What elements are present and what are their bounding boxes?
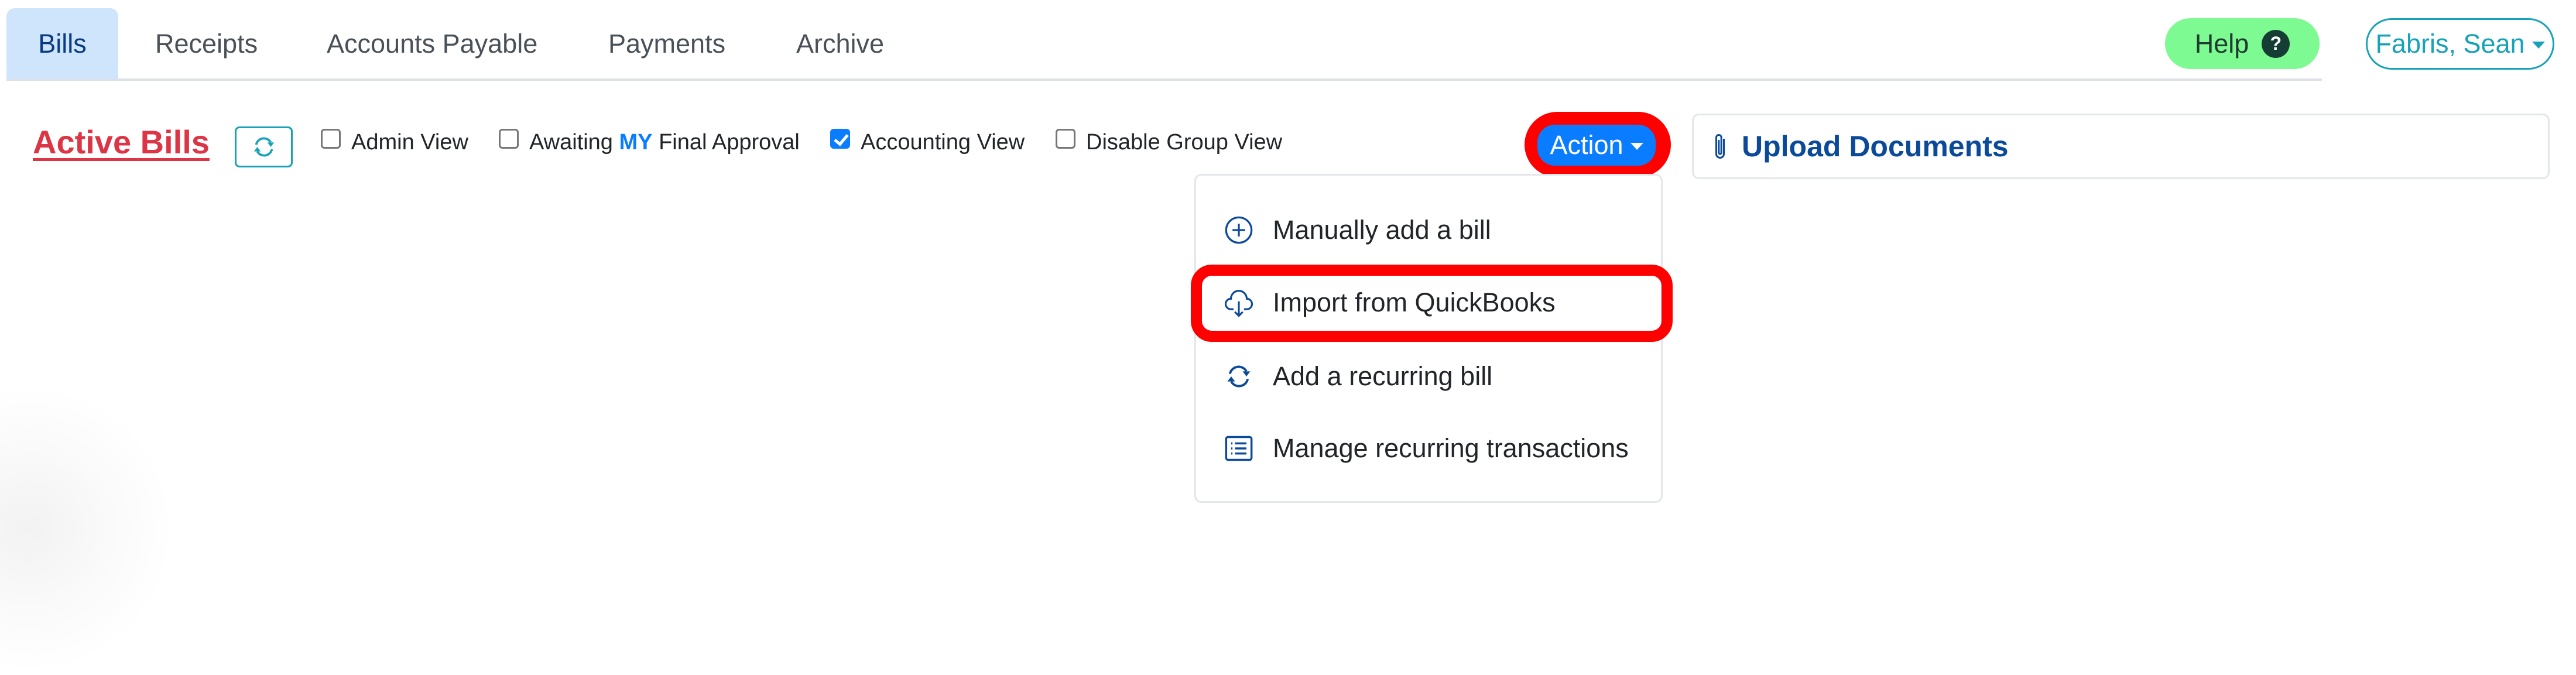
label-suffix: Final Approval bbox=[652, 130, 800, 155]
refresh-button[interactable] bbox=[235, 126, 293, 167]
accounting-view-checkbox[interactable]: Accounting View bbox=[830, 128, 1025, 155]
upload-label: Upload Documents bbox=[1742, 130, 2009, 163]
upload-documents-button[interactable]: Upload Documents bbox=[1692, 114, 2550, 179]
help-button[interactable]: Help ? bbox=[2165, 18, 2320, 69]
tab-payments[interactable]: Payments bbox=[608, 8, 725, 79]
question-circle-icon: ? bbox=[2262, 29, 2290, 58]
caret-down-icon bbox=[1630, 143, 1643, 150]
checkbox-box[interactable] bbox=[321, 128, 341, 149]
menu-item-label: Import from QuickBooks bbox=[1273, 287, 1556, 317]
refresh-icon bbox=[254, 137, 274, 157]
checkbox-label: Awaiting MY Final Approval bbox=[529, 130, 800, 155]
checkbox-label: Admin View bbox=[351, 130, 468, 155]
checkbox-label: Disable Group View bbox=[1086, 130, 1283, 155]
plus-circle-icon bbox=[1222, 214, 1255, 246]
checkbox-box[interactable] bbox=[499, 128, 519, 149]
awaiting-my-final-approval-checkbox[interactable]: Awaiting MY Final Approval bbox=[499, 128, 800, 155]
menu-item-import-from-quickbooks[interactable]: Import from QuickBooks bbox=[1222, 282, 1556, 323]
user-name: Fabris, Sean bbox=[2375, 29, 2525, 59]
label-prefix: Awaiting bbox=[529, 130, 619, 155]
action-label: Action bbox=[1550, 130, 1623, 160]
page-title[interactable]: Active Bills bbox=[33, 123, 210, 161]
list-icon bbox=[1222, 432, 1255, 465]
tab-archive[interactable]: Archive bbox=[796, 8, 884, 79]
menu-item-label: Add a recurring bill bbox=[1273, 361, 1493, 391]
checkbox-box[interactable] bbox=[1056, 128, 1075, 149]
label-emphasis: MY bbox=[619, 130, 653, 155]
cloud-download-icon bbox=[1222, 286, 1255, 319]
menu-item-label: Manually add a bill bbox=[1273, 215, 1491, 245]
checkbox-box[interactable] bbox=[830, 128, 850, 149]
menu-item-add-recurring-bill[interactable]: Add a recurring bill bbox=[1222, 356, 1492, 397]
tab-accounts-payable[interactable]: Accounts Payable bbox=[327, 8, 537, 79]
recurring-arrows-icon bbox=[1222, 360, 1255, 393]
corner-shadow bbox=[0, 382, 176, 675]
caret-down-icon bbox=[2532, 42, 2545, 49]
admin-view-checkbox[interactable]: Admin View bbox=[321, 128, 468, 155]
user-menu-dropdown[interactable]: Fabris, Sean bbox=[2366, 18, 2554, 70]
action-dropdown-button[interactable]: Action bbox=[1537, 125, 1656, 166]
help-label: Help bbox=[2194, 28, 2249, 59]
menu-item-manually-add-bill[interactable]: Manually add a bill bbox=[1222, 210, 1491, 251]
paperclip-icon bbox=[1715, 134, 1725, 159]
tab-bills[interactable]: Bills bbox=[6, 8, 118, 79]
menu-item-manage-recurring-transactions[interactable]: Manage recurring transactions bbox=[1222, 428, 1629, 469]
checkbox-label: Accounting View bbox=[861, 130, 1025, 155]
tab-receipts[interactable]: Receipts bbox=[155, 8, 258, 79]
menu-item-label: Manage recurring transactions bbox=[1273, 433, 1629, 463]
disable-group-view-checkbox[interactable]: Disable Group View bbox=[1056, 128, 1283, 155]
